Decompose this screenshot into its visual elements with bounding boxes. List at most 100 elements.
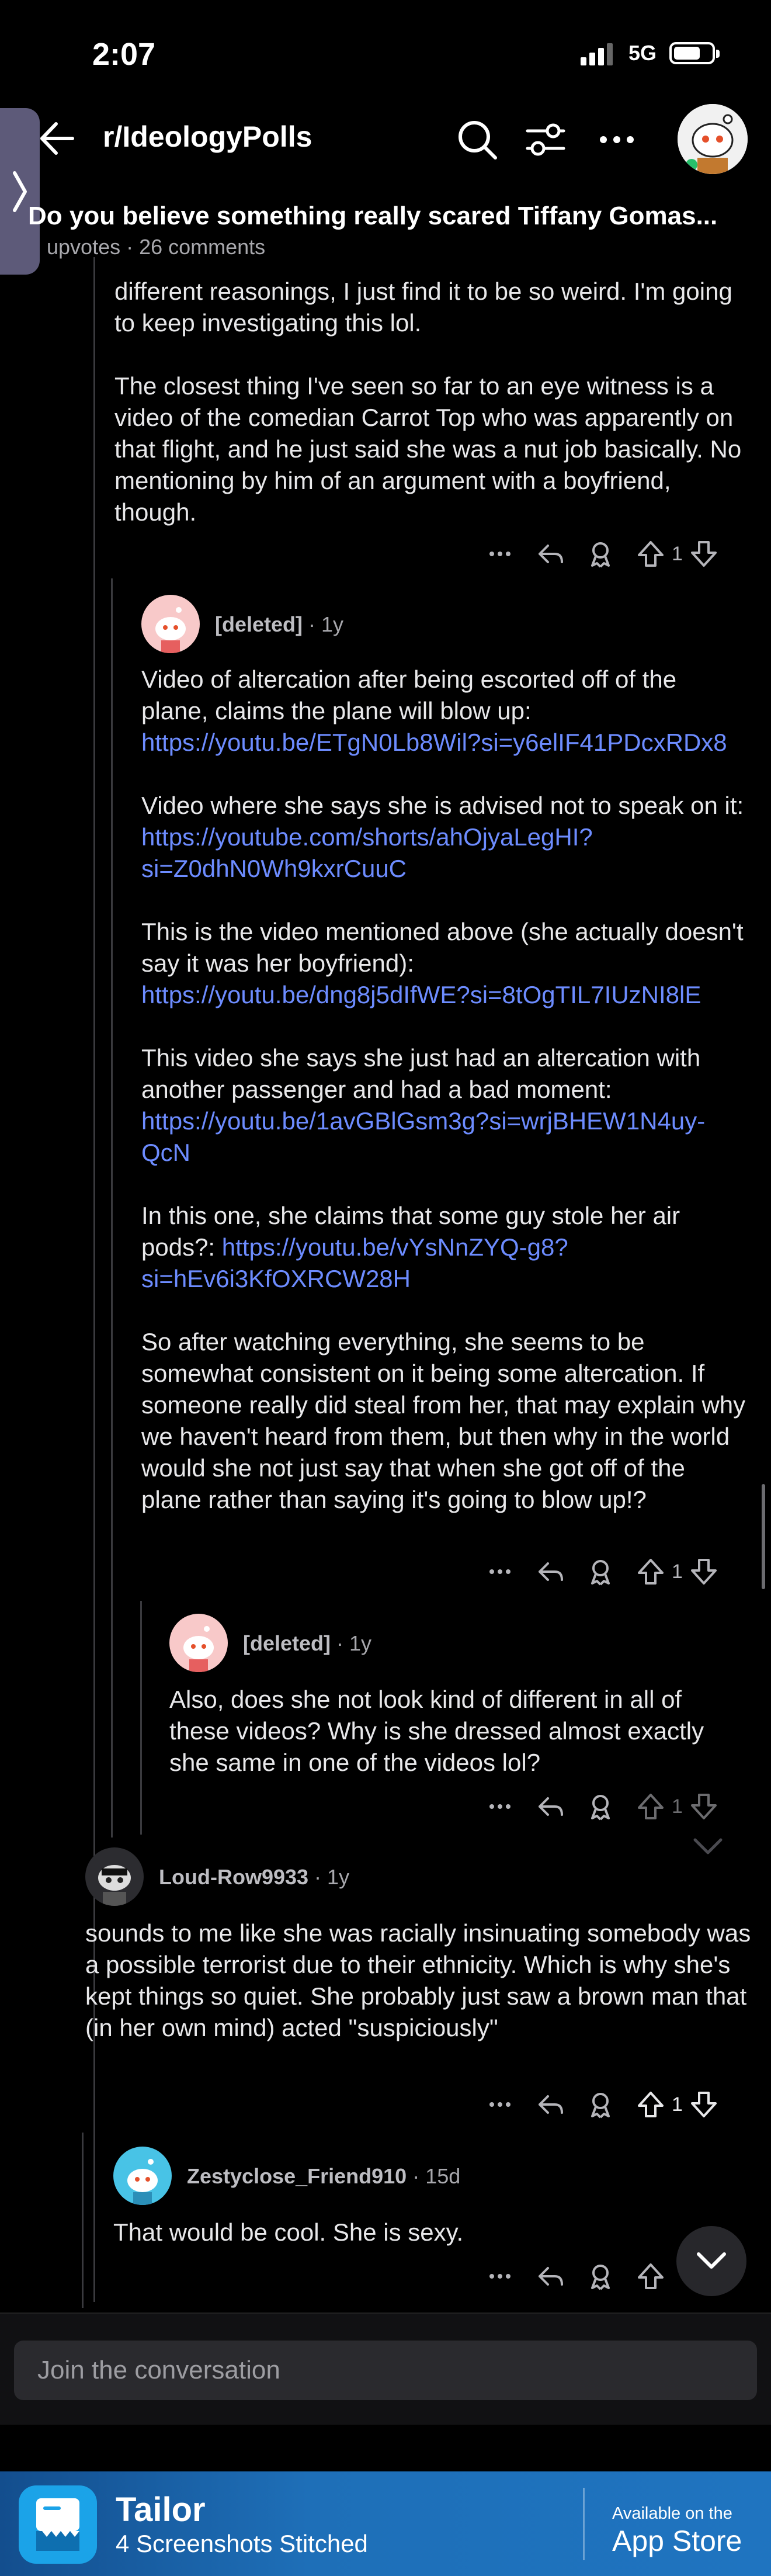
- avatar[interactable]: [169, 1614, 228, 1672]
- avatar[interactable]: [141, 595, 200, 653]
- video-link[interactable]: https://youtu.be/dng8j5dIfWE?si=8tOgTIL7…: [141, 981, 701, 1008]
- comment-body: Video of altercation after being escorte…: [141, 664, 749, 1516]
- comment-paragraph: different reasonings, I just find it to …: [114, 278, 732, 337]
- snoo-avatar-icon: [155, 607, 186, 653]
- avatar[interactable]: [85, 1847, 144, 1906]
- search-icon[interactable]: [454, 117, 500, 162]
- reply-icon[interactable]: [535, 1791, 565, 1822]
- upvote-icon[interactable]: [635, 2089, 666, 2120]
- post-title[interactable]: Do you believe something really scared T…: [28, 202, 717, 231]
- post-meta: upvotes · 26 comments: [47, 235, 266, 259]
- upvote-icon[interactable]: [635, 539, 666, 569]
- user-avatar[interactable]: [678, 104, 748, 174]
- thread-line: [82, 2133, 84, 2308]
- award-icon[interactable]: [585, 539, 616, 569]
- snoo-avatar-icon: [127, 2159, 158, 2205]
- comment-actions: 1: [485, 1791, 719, 1822]
- downvote-icon[interactable]: [689, 1556, 719, 1587]
- comment-paragraph: The closest thing I've seen so far to an…: [114, 372, 742, 526]
- more-icon[interactable]: [594, 117, 640, 162]
- more-icon[interactable]: [485, 2261, 515, 2291]
- award-icon[interactable]: [585, 2089, 616, 2120]
- app-store-label[interactable]: App Store: [612, 2524, 742, 2558]
- comment-body: That would be cool. She is sexy.: [113, 2218, 464, 2246]
- comment-author[interactable]: [deleted] · 1y: [215, 612, 343, 637]
- comment-actions: 1: [485, 539, 719, 569]
- comment-actions: [485, 2261, 666, 2291]
- more-icon[interactable]: [485, 539, 515, 569]
- banner-divider: [583, 2488, 585, 2560]
- scroll-down-button[interactable]: [676, 2226, 746, 2296]
- comment-author[interactable]: Loud-Row9933 · 1y: [159, 1865, 349, 1889]
- comment-text: So after watching everything, she seems …: [141, 1328, 746, 1513]
- comment-text: This is the video mentioned above (she a…: [141, 918, 744, 977]
- award-icon[interactable]: [585, 2261, 616, 2291]
- comment-actions: 1: [485, 2089, 719, 2120]
- banner-subtitle: 4 Screenshots Stitched: [116, 2530, 368, 2557]
- vote-count: 1: [672, 1795, 683, 1818]
- more-icon[interactable]: [485, 1791, 515, 1822]
- reply-icon[interactable]: [535, 1556, 565, 1587]
- comment-author[interactable]: Zestyclose_Friend910 · 15d: [187, 2164, 460, 2189]
- comment-body: different reasonings, I just find it to …: [114, 276, 757, 528]
- vote-control: 1: [635, 1556, 719, 1587]
- snoo-avatar-icon: [678, 104, 748, 174]
- vote-count: 1: [672, 542, 683, 565]
- status-time: 2:07: [92, 37, 156, 72]
- upvote-icon[interactable]: [635, 2261, 666, 2291]
- tailor-app-icon: [19, 2485, 97, 2564]
- reply-icon[interactable]: [535, 2089, 565, 2120]
- status-indicators: 5G: [580, 41, 720, 65]
- scrollbar[interactable]: [762, 1484, 765, 1589]
- vote-control: 1: [635, 1791, 719, 1822]
- upvote-icon[interactable]: [635, 1791, 666, 1822]
- award-icon[interactable]: [585, 1791, 616, 1822]
- comment-author[interactable]: [deleted] · 1y: [243, 1631, 371, 1656]
- vote-control: 1: [635, 2089, 719, 2120]
- vote-count: 1: [672, 2093, 683, 2116]
- video-link[interactable]: https://youtu.be/1avGBlGsm3g?si=wrjBHEW1…: [141, 1107, 705, 1166]
- comment-text: This video she says she just had an alte…: [141, 1044, 701, 1103]
- back-arrow-icon[interactable]: [36, 118, 77, 159]
- banner-app-name: Tailor: [116, 2491, 206, 2529]
- banner-available-label: Available on the: [612, 2504, 732, 2523]
- upvote-icon[interactable]: [635, 1556, 666, 1587]
- reply-icon[interactable]: [535, 2261, 565, 2291]
- thread-line: [140, 1601, 142, 1835]
- vote-count: 1: [672, 1560, 683, 1583]
- more-icon[interactable]: [485, 2089, 515, 2120]
- more-icon[interactable]: [485, 1556, 515, 1587]
- video-link[interactable]: https://youtu.be/ETgN0Lb8Wil?si=y6elIF41…: [141, 729, 727, 756]
- comment-age: 1y: [327, 1865, 350, 1889]
- reply-icon[interactable]: [535, 539, 565, 569]
- thread-line: [111, 578, 113, 1837]
- sidebar-toggle[interactable]: [0, 108, 40, 275]
- comment-body: Also, does she not look kind of differen…: [169, 1686, 704, 1776]
- chevron-right-icon: [13, 171, 27, 212]
- vote-control: 1: [635, 539, 719, 569]
- snoo-avatar-icon: [98, 1865, 131, 1906]
- comment-text: Video where she says she is advised not …: [141, 792, 744, 819]
- award-icon[interactable]: [585, 1556, 616, 1587]
- comment-age: 1y: [321, 612, 344, 636]
- comment-text: Video of altercation after being escorte…: [141, 665, 677, 724]
- video-link[interactable]: https://youtube.com/shorts/ahOjyaLegHI?s…: [141, 823, 593, 882]
- network-label: 5G: [628, 41, 657, 65]
- comment-body: sounds to me like she was racially insin…: [85, 1919, 751, 2041]
- battery-icon: [669, 42, 720, 64]
- chevron-down-icon: [697, 2252, 726, 2269]
- comment-age: 15d: [425, 2164, 461, 2188]
- downvote-icon[interactable]: [689, 1791, 719, 1822]
- subreddit-name[interactable]: r/IdeologyPolls: [103, 120, 312, 154]
- signal-icon: [580, 41, 616, 65]
- filter-icon[interactable]: [523, 117, 568, 162]
- comment-actions: 1: [485, 1556, 719, 1587]
- tailor-logo-icon: [36, 2498, 79, 2551]
- downvote-icon[interactable]: [689, 539, 719, 569]
- comment-composer-input[interactable]: Join the conversation: [14, 2341, 757, 2400]
- snoo-avatar-icon: [183, 1626, 214, 1672]
- chevron-down-icon[interactable]: [689, 1832, 727, 1861]
- avatar[interactable]: [113, 2147, 172, 2205]
- comment-age: 1y: [349, 1631, 372, 1655]
- downvote-icon[interactable]: [689, 2089, 719, 2120]
